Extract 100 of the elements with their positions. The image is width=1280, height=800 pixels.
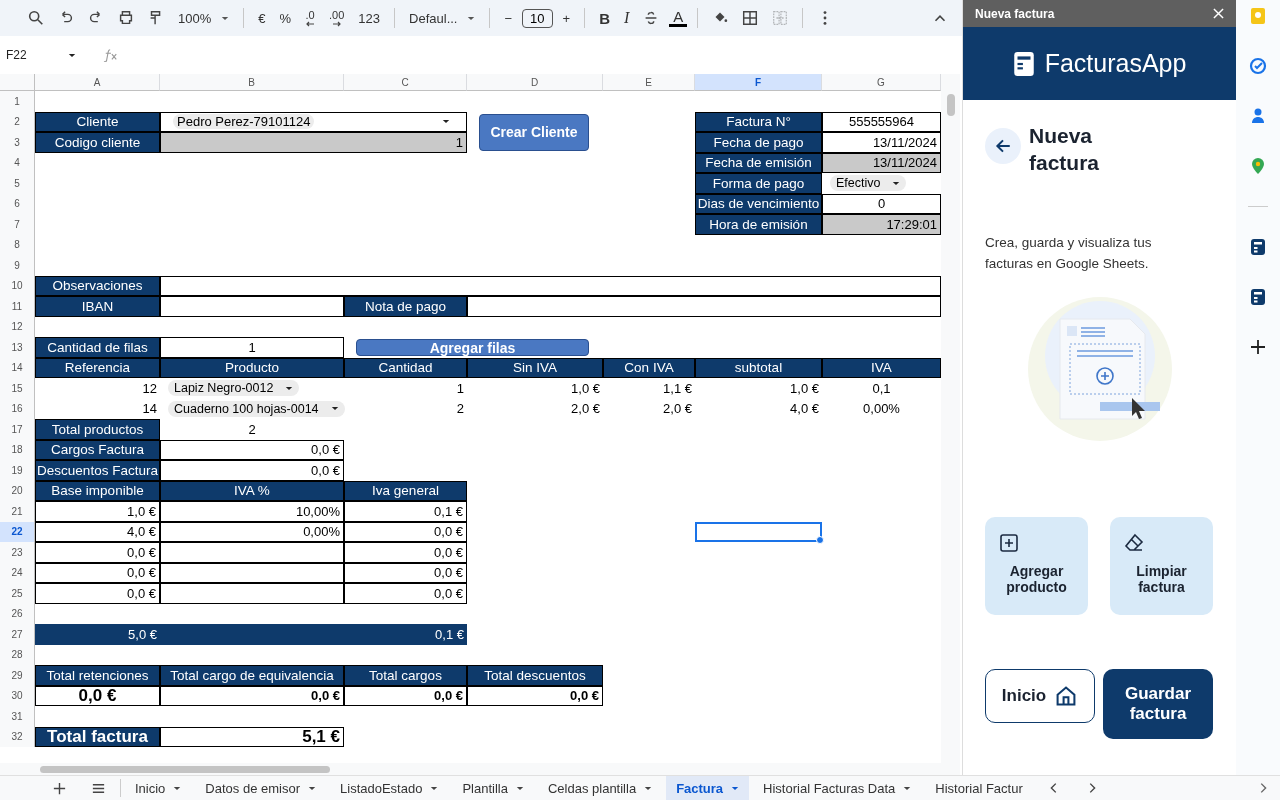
action-tile[interactable]: Limpiar factura (1110, 517, 1213, 615)
plus-icon[interactable] (1248, 337, 1268, 357)
check-circle-icon[interactable] (1248, 56, 1268, 76)
toolbar-button[interactable]: % (275, 8, 296, 28)
toolbar-dropdown[interactable]: 100% (174, 8, 234, 28)
row-number[interactable]: 11 (0, 296, 35, 317)
brand-name: FacturasApp (1044, 49, 1187, 78)
column-header[interactable]: B (160, 74, 344, 91)
row-number[interactable]: 29 (0, 665, 35, 686)
sheet-button[interactable]: Agregar filas (356, 339, 589, 356)
bold-button[interactable]: B (595, 7, 614, 29)
row-number[interactable]: 13 (0, 337, 35, 358)
column-header[interactable]: F (695, 74, 822, 91)
row-number[interactable]: 30 (0, 685, 35, 706)
row-number[interactable]: 31 (0, 706, 35, 727)
italic-button[interactable]: I (619, 7, 634, 29)
header-cell: Total cargos (344, 665, 467, 686)
row-number[interactable]: 10 (0, 275, 35, 296)
column-header[interactable]: A (35, 74, 160, 91)
row-number[interactable]: 22 (0, 521, 35, 542)
row-number[interactable]: 3 (0, 132, 35, 153)
invoice-icon[interactable] (1248, 237, 1268, 257)
header-cell: subtotal (695, 357, 822, 378)
borders-icon[interactable] (741, 9, 760, 27)
column-header[interactable]: C (344, 74, 467, 91)
dropdown-chip[interactable]: Efectivo (830, 175, 907, 192)
row-number[interactable]: 19 (0, 460, 35, 481)
home-button[interactable]: Inicio (985, 669, 1095, 723)
scroll-thumb[interactable] (40, 765, 330, 773)
caret-icon (330, 406, 339, 412)
row-number[interactable]: 14 (0, 357, 35, 378)
decrease-decimal-button[interactable]: .0 (301, 7, 320, 29)
caret-icon (173, 785, 182, 791)
text-color-button[interactable]: A (669, 9, 688, 27)
row-number[interactable]: 27 (0, 624, 35, 645)
sheet-tab[interactable]: Factura (666, 776, 750, 800)
row-number[interactable]: 23 (0, 542, 35, 563)
toolbar-button[interactable]: 123 (354, 8, 385, 28)
header-cell: Total productos (35, 419, 160, 440)
increase-decimal-button[interactable]: .00 (325, 7, 349, 29)
dropdown-chip[interactable]: Lapiz Negro-0012 (168, 380, 300, 397)
row-number[interactable]: 21 (0, 501, 35, 522)
row-number[interactable]: 24 (0, 562, 35, 583)
row-number[interactable]: 7 (0, 214, 35, 235)
scroll-thumb[interactable] (946, 94, 955, 116)
action-tile[interactable]: Agregar producto (985, 517, 1088, 615)
row-number[interactable]: 4 (0, 152, 35, 173)
panel-title: Nueva factura (975, 6, 1055, 21)
sheet-tab[interactable]: Historial Facturas Data (753, 776, 922, 800)
sheet-tab[interactable]: ListadoEstado (330, 776, 449, 800)
row-number[interactable]: 25 (0, 583, 35, 604)
row-number[interactable]: 12 (0, 316, 35, 337)
row-number[interactable]: 17 (0, 419, 35, 440)
row-number[interactable]: 32 (0, 726, 35, 747)
save-button[interactable]: Guardar factura (1103, 669, 1213, 739)
row-number[interactable]: 1 (0, 91, 35, 112)
add-sheet-icon[interactable] (52, 780, 67, 796)
column-header[interactable]: D (467, 74, 603, 91)
table-cell-text: 2,0 € (570, 400, 601, 419)
header-cell: Con IVA (603, 357, 695, 378)
column-header[interactable]: G (822, 74, 941, 91)
selected-cell[interactable] (695, 521, 822, 542)
search-icon[interactable] (27, 9, 45, 27)
row-number[interactable]: 8 (0, 234, 35, 255)
name-box[interactable]: F22 (6, 48, 56, 62)
row-number[interactable]: 15 (0, 378, 35, 399)
row-number[interactable]: 26 (0, 603, 35, 624)
sheet-tab[interactable]: Historial Factur (925, 776, 1033, 800)
toolbar-button[interactable]: − (500, 8, 517, 28)
table-cell-text: 14 (141, 400, 158, 419)
invoice-icon[interactable] (1248, 287, 1268, 307)
row-number[interactable]: 20 (0, 480, 35, 501)
row-number[interactable]: 2 (0, 111, 35, 132)
back-button[interactable] (985, 128, 1021, 164)
header-cell: Cantidad de filas (35, 337, 160, 358)
toolbar-dropdown[interactable]: Defaul... (405, 8, 480, 28)
sheet-tab[interactable]: Celdas plantilla (537, 776, 663, 800)
header-cell: Iva general (344, 480, 467, 501)
table-cell: 0,0 € (35, 542, 160, 563)
row-number[interactable]: 18 (0, 439, 35, 460)
dropdown-chip[interactable]: Cuaderno 100 hojas-0014 (168, 400, 345, 417)
header-cell: Forma de pago (695, 173, 822, 194)
sheet-tab[interactable]: Plantilla (452, 776, 534, 800)
toolbar-button[interactable]: € (254, 8, 270, 28)
column-header[interactable]: E (603, 74, 695, 91)
font-size-field[interactable]: 10 (522, 8, 553, 28)
toolbar-button[interactable]: + (558, 8, 575, 28)
row-number[interactable]: 9 (0, 255, 35, 276)
print-icon[interactable] (117, 9, 135, 27)
sheet-tab[interactable]: Inicio (125, 776, 192, 800)
row-number[interactable]: 28 (0, 644, 35, 665)
table-cell: 0,0 € (35, 562, 160, 583)
sheet-tab[interactable]: Datos de emisor (195, 776, 326, 800)
plus-square-icon (999, 533, 1019, 553)
row-number[interactable]: 16 (0, 398, 35, 419)
sheet-button[interactable]: Crear Cliente (479, 113, 589, 151)
row-number[interactable]: 6 (0, 193, 35, 214)
dropdown-field[interactable]: Pedro Perez-79101124 (160, 111, 467, 132)
close-icon[interactable] (1213, 8, 1224, 19)
row-number[interactable]: 5 (0, 173, 35, 194)
